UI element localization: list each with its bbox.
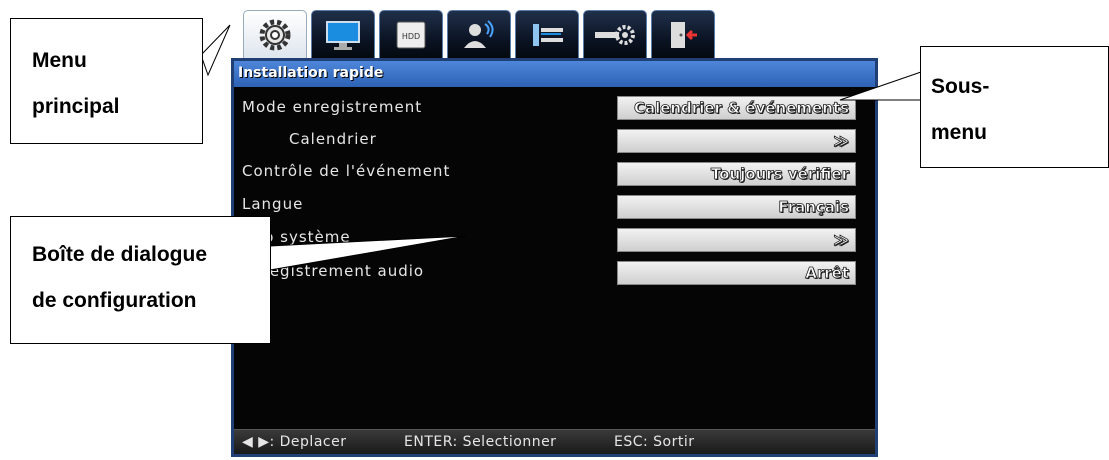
callout-dialog: Boîte de dialogue de configuration xyxy=(10,216,271,344)
callout-main-menu-line2: principal xyxy=(32,95,120,118)
submenu-pointer xyxy=(839,71,922,101)
callout-submenu-line1: Sous- xyxy=(931,75,990,98)
callout-submenu-line2: menu xyxy=(931,121,988,144)
callout-main-menu: Menu principal xyxy=(10,18,203,144)
dialog-pointer xyxy=(269,235,467,271)
callout-submenu: Sous- menu xyxy=(920,46,1109,168)
callout-dialog-line2: de configuration xyxy=(32,289,197,312)
callout-dialog-line1: Boîte de dialogue xyxy=(32,243,208,266)
callout-main-menu-line1: Menu xyxy=(32,49,87,72)
main-menu-pointer xyxy=(200,24,231,77)
